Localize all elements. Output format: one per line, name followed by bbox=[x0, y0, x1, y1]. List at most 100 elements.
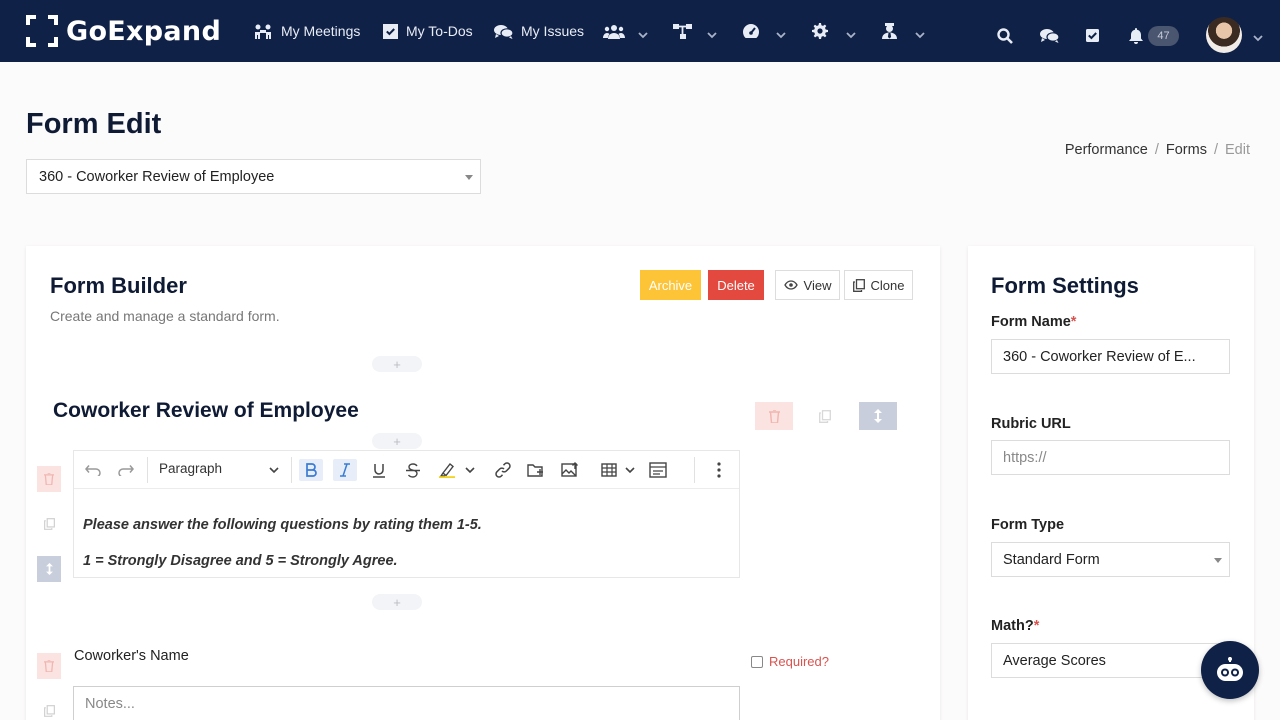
underline-icon[interactable] bbox=[368, 459, 390, 481]
trash-icon bbox=[44, 473, 54, 485]
logo[interactable]: GoExpand bbox=[26, 14, 221, 48]
todo-check-icon[interactable] bbox=[1085, 28, 1100, 48]
toolbar-divider bbox=[694, 457, 695, 483]
nav-settings-menu[interactable] bbox=[812, 20, 836, 42]
form-type-select[interactable]: Standard Form bbox=[991, 542, 1230, 577]
copy-icon bbox=[852, 278, 865, 292]
copy-section-button[interactable] bbox=[806, 402, 844, 430]
chatbot-button[interactable] bbox=[1201, 641, 1259, 699]
breadcrumb-edit: Edit bbox=[1225, 142, 1250, 158]
rubric-url-input[interactable]: https:// bbox=[991, 440, 1230, 475]
add-block-handle[interactable]: + bbox=[372, 433, 422, 449]
delete-section-button[interactable] bbox=[755, 402, 793, 430]
form-settings-title: Form Settings bbox=[991, 273, 1139, 298]
user-tie-icon bbox=[882, 23, 897, 39]
nav-my-issues[interactable]: My Issues bbox=[494, 20, 584, 42]
insert-file-icon[interactable] bbox=[525, 459, 547, 481]
editor-line: Please answer the following questions by… bbox=[83, 517, 482, 533]
bell-icon[interactable] bbox=[1129, 28, 1143, 49]
messages-icon[interactable] bbox=[1040, 28, 1060, 48]
chevron-down-icon[interactable] bbox=[846, 26, 856, 44]
nav-dashboard-menu[interactable] bbox=[742, 20, 768, 42]
move-block-handle[interactable] bbox=[37, 556, 61, 582]
meetings-icon bbox=[255, 24, 271, 39]
toolbar-divider bbox=[147, 457, 148, 483]
rich-text-editor[interactable]: Paragraph Please answer the following qu… bbox=[73, 450, 740, 578]
chat-bubbles-icon bbox=[494, 24, 513, 39]
bold-icon[interactable] bbox=[299, 459, 323, 481]
undo-icon[interactable] bbox=[82, 459, 104, 481]
form-select-dropdown[interactable]: 360 - Coworker Review of Employee bbox=[26, 159, 481, 194]
chevron-down-icon[interactable] bbox=[1253, 29, 1263, 47]
block-type-select[interactable]: Paragraph bbox=[159, 461, 222, 476]
html-embed-icon[interactable] bbox=[647, 459, 669, 481]
link-icon[interactable] bbox=[492, 459, 514, 481]
avatar[interactable] bbox=[1206, 17, 1242, 53]
move-section-handle[interactable] bbox=[859, 402, 897, 430]
question-label: Coworker's Name bbox=[74, 648, 189, 664]
form-name-label: Form Name* bbox=[991, 314, 1077, 330]
editor-content[interactable]: Please answer the following questions by… bbox=[83, 507, 482, 579]
notification-count-badge[interactable]: 47 bbox=[1148, 26, 1179, 46]
logo-text: GoExpand bbox=[66, 15, 222, 47]
trash-icon bbox=[44, 660, 54, 672]
breadcrumb-forms[interactable]: Forms bbox=[1166, 142, 1207, 158]
nav-team-menu[interactable] bbox=[603, 20, 633, 42]
nav-org-chart-menu[interactable] bbox=[673, 20, 700, 42]
form-type-value: Standard Form bbox=[1003, 551, 1100, 568]
chevron-down-icon[interactable] bbox=[707, 26, 717, 44]
breadcrumb-separator: / bbox=[1154, 142, 1159, 158]
eye-icon bbox=[783, 280, 798, 290]
dashboard-gauge-icon bbox=[743, 24, 760, 38]
italic-icon[interactable] bbox=[333, 459, 357, 481]
required-label: Required? bbox=[769, 654, 829, 669]
delete-question-button[interactable] bbox=[37, 653, 61, 679]
caret-down-icon bbox=[465, 175, 473, 180]
form-name-input[interactable]: 360 - Coworker Review of E... bbox=[991, 339, 1230, 374]
nav-admin-menu[interactable] bbox=[882, 20, 905, 42]
copy-question-button[interactable] bbox=[37, 698, 61, 720]
form-builder-subtitle: Create and manage a standard form. bbox=[50, 308, 280, 324]
chevron-down-icon[interactable] bbox=[776, 26, 786, 44]
chevron-down-icon[interactable] bbox=[915, 26, 925, 44]
users-icon bbox=[603, 24, 625, 39]
delete-block-button[interactable] bbox=[37, 466, 61, 492]
form-builder-title: Form Builder bbox=[50, 273, 187, 298]
math-select[interactable]: Average Scores bbox=[991, 643, 1230, 678]
logo-mark-icon bbox=[26, 15, 58, 47]
chevron-down-icon[interactable] bbox=[638, 26, 648, 44]
copy-block-button[interactable] bbox=[37, 511, 61, 537]
table-icon[interactable] bbox=[598, 459, 620, 481]
breadcrumb-performance[interactable]: Performance bbox=[1065, 142, 1148, 158]
highlight-icon[interactable] bbox=[436, 459, 458, 481]
required-checkbox[interactable]: Required? bbox=[751, 654, 829, 669]
org-chart-icon bbox=[673, 23, 692, 39]
archive-button[interactable]: Archive bbox=[640, 270, 701, 300]
clone-button[interactable]: Clone bbox=[844, 270, 913, 300]
redo-icon[interactable] bbox=[115, 459, 137, 481]
notes-field[interactable]: Notes... bbox=[73, 686, 740, 720]
breadcrumb: Performance / Forms / Edit bbox=[1065, 142, 1250, 158]
chevron-down-icon[interactable] bbox=[463, 459, 477, 481]
search-icon[interactable] bbox=[997, 28, 1013, 49]
checkbox-icon[interactable] bbox=[751, 655, 763, 668]
insert-image-icon[interactable] bbox=[559, 459, 581, 481]
nav-my-issues-label: My Issues bbox=[521, 23, 585, 39]
strikethrough-icon[interactable] bbox=[402, 459, 424, 481]
more-vertical-icon[interactable] bbox=[710, 459, 728, 481]
form-builder-card: Form Builder Create and manage a standar… bbox=[26, 246, 940, 720]
chevron-down-icon[interactable] bbox=[623, 459, 637, 481]
nav-my-meetings-label: My Meetings bbox=[281, 23, 361, 39]
add-block-handle[interactable]: + bbox=[372, 356, 422, 372]
toolbar-divider bbox=[291, 457, 292, 483]
nav-my-meetings[interactable]: My Meetings bbox=[253, 20, 360, 42]
add-block-handle[interactable]: + bbox=[372, 594, 422, 610]
chevron-down-icon[interactable] bbox=[267, 459, 281, 481]
caret-down-icon bbox=[1214, 558, 1222, 563]
checkbox-icon bbox=[383, 23, 398, 39]
nav-my-todos[interactable]: My To-Dos bbox=[383, 20, 473, 42]
view-button[interactable]: View bbox=[775, 270, 840, 300]
gear-icon bbox=[812, 23, 828, 39]
delete-button[interactable]: Delete bbox=[708, 270, 764, 300]
editor-line: 1 = Strongly Disagree and 5 = Strongly A… bbox=[83, 553, 398, 569]
